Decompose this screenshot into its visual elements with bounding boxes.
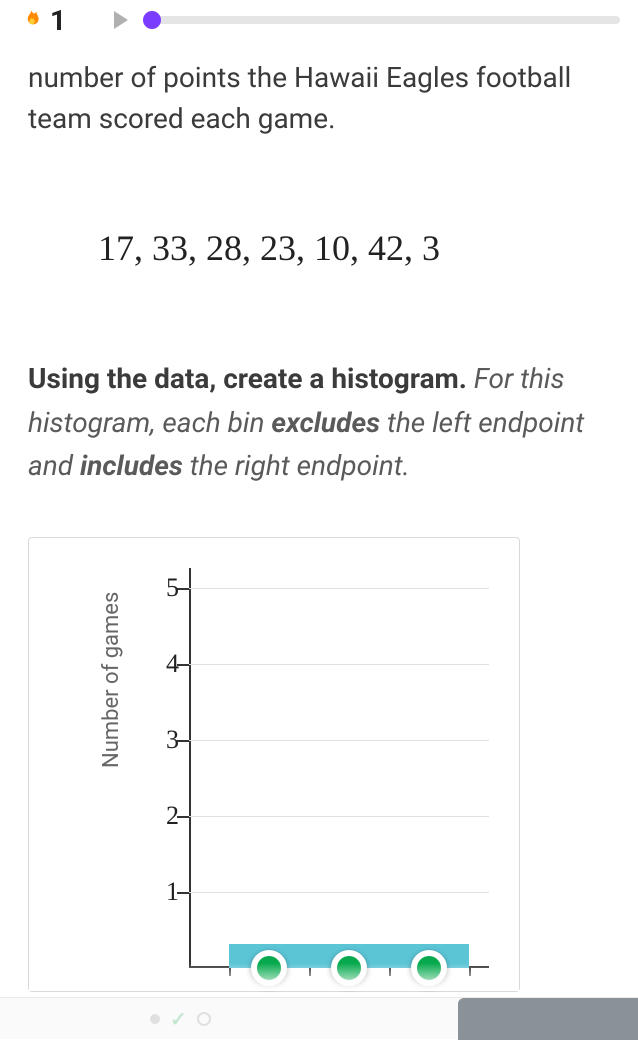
streak-indicator: 1 bbox=[18, 4, 66, 37]
instruction-lead: Using the data, create a histogram. bbox=[28, 362, 467, 395]
y-tick-label: 2 bbox=[139, 801, 179, 831]
bottom-toolbar: ✓ bbox=[0, 997, 638, 1039]
y-tick-label: 5 bbox=[139, 573, 179, 603]
data-values: 17, 33, 28, 23, 10, 42, 3 bbox=[98, 227, 610, 269]
dot-icon bbox=[150, 1014, 160, 1024]
flame-icon bbox=[18, 7, 44, 33]
gridline bbox=[189, 664, 489, 665]
circle-icon bbox=[197, 1012, 211, 1026]
fade-overlay bbox=[29, 963, 519, 991]
y-tick-label: 3 bbox=[139, 725, 179, 755]
progress-bar[interactable] bbox=[152, 16, 620, 24]
y-axis bbox=[189, 568, 191, 968]
plot-area[interactable]: 5 4 3 2 1 bbox=[189, 568, 489, 968]
gridline bbox=[189, 892, 489, 893]
top-bar: 1 bbox=[0, 0, 638, 40]
gridline bbox=[189, 816, 489, 817]
question-content: number of points the Hawaii Eagles footb… bbox=[0, 58, 638, 992]
progress-handle[interactable] bbox=[143, 11, 161, 29]
histogram-chart[interactable]: Number of games 5 4 3 2 1 bbox=[28, 537, 520, 992]
y-tick-label: 4 bbox=[139, 649, 179, 679]
gridline bbox=[189, 740, 489, 741]
gridline bbox=[189, 588, 489, 589]
streak-count: 1 bbox=[50, 4, 66, 37]
y-tick-label: 1 bbox=[139, 877, 179, 907]
submit-button[interactable] bbox=[458, 998, 638, 1040]
question-intro: number of points the Hawaii Eagles footb… bbox=[28, 58, 610, 139]
y-axis-label: Number of games bbox=[99, 592, 124, 768]
toolbar-icons: ✓ bbox=[150, 1007, 211, 1031]
check-icon: ✓ bbox=[170, 1007, 187, 1031]
play-icon[interactable] bbox=[114, 11, 128, 29]
instruction-text: Using the data, create a histogram. For … bbox=[28, 357, 610, 487]
